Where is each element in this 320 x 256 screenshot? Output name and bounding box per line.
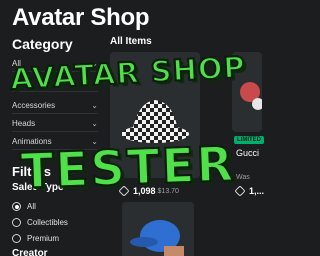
item-card-cap[interactable] xyxy=(122,202,194,256)
overlay-title-line2: TESTER xyxy=(19,135,237,200)
category-item-heads[interactable]: Heads ⌄ xyxy=(12,116,98,132)
page-title: Avatar Shop xyxy=(12,4,150,31)
sales-type-all[interactable]: All xyxy=(12,202,36,211)
creator-heading: Creator xyxy=(12,248,48,256)
radio-icon[interactable] xyxy=(12,234,21,243)
sales-type-premium[interactable]: Premium xyxy=(12,234,59,243)
radio-icon[interactable] xyxy=(12,218,21,227)
chevron-down-icon: ⌄ xyxy=(91,119,98,128)
radio-selected-icon[interactable] xyxy=(12,202,21,211)
section-label: All Items xyxy=(110,36,152,47)
category-heading: Category xyxy=(12,36,73,52)
cap-thumbnail xyxy=(130,220,184,256)
chevron-down-icon: ⌄ xyxy=(91,101,98,110)
sales-type-collectibles[interactable]: Collectibles xyxy=(12,218,68,227)
category-item-accessories[interactable]: Accessories ⌄ xyxy=(12,98,98,114)
